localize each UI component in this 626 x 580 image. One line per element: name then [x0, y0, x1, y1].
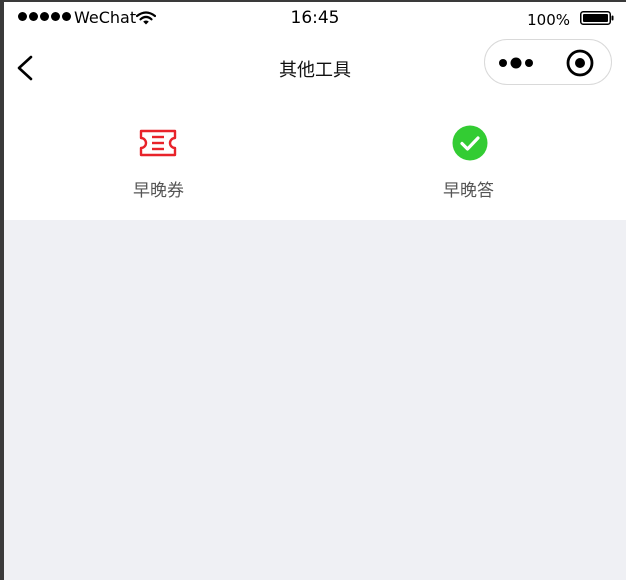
tools-panel: 早晚券 早晚答 [4, 98, 626, 220]
phone-screen: WeChat 16:45 100% 其他工具 早晚券 早晚答 [4, 2, 626, 580]
tool-morning-evening-quiz[interactable]: 早晚答 [315, 98, 626, 220]
navigation-bar: 其他工具 [4, 36, 626, 98]
tool-label: 早晚答 [443, 181, 494, 201]
status-bar: WeChat 16:45 100% [4, 2, 626, 36]
more-options-icon[interactable] [497, 50, 537, 76]
close-mini-program-icon[interactable] [565, 48, 595, 78]
battery-percentage: 100% [527, 11, 570, 29]
battery-icon [580, 11, 614, 25]
tool-label: 早晚券 [133, 181, 184, 201]
ticket-icon [139, 129, 177, 157]
mini-program-capsule [484, 39, 612, 85]
check-circle-icon [452, 125, 488, 161]
empty-content-area [4, 220, 626, 580]
tool-morning-evening-coupon[interactable]: 早晚券 [4, 98, 315, 220]
